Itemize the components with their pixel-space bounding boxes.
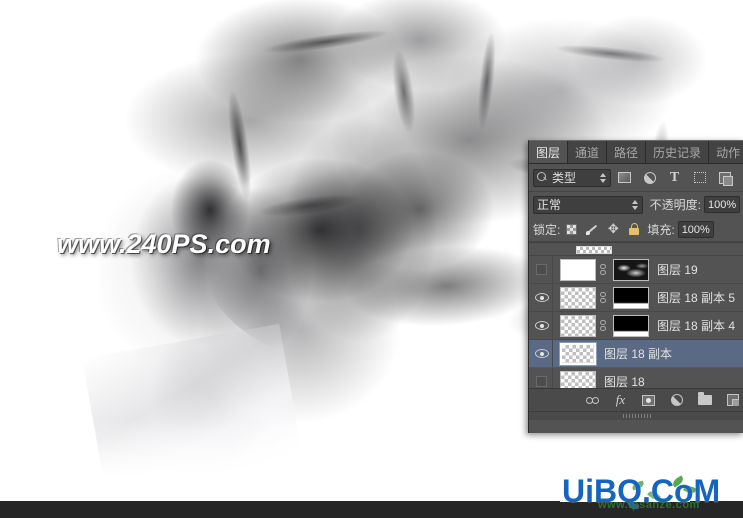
layer-name-partial [634, 243, 637, 253]
new-adjustment-layer-icon[interactable] [669, 393, 684, 408]
adjustment-layer-filter-icon[interactable] [642, 170, 657, 185]
layer-thumbnail [576, 246, 612, 254]
fill-label: 填充: [647, 222, 675, 237]
shape-layer-filter-icon[interactable] [692, 170, 707, 185]
tab-layers[interactable]: 图层 [529, 141, 569, 163]
pixel-layer-filter-icon[interactable] [617, 170, 632, 185]
layer-thumbnail[interactable] [560, 258, 596, 281]
tab-channels-label: 通道 [575, 145, 600, 160]
layer-mask-thumbnail[interactable] [613, 314, 649, 337]
tab-actions[interactable]: 动作 [709, 141, 743, 163]
link-layers-icon[interactable] [585, 393, 600, 408]
layer-visibility-toggle[interactable] [531, 284, 553, 311]
layers-panel[interactable]: 图层 通道 路径 历史记录 动作 类型 T 正常 不透明度: 100% 锁定: … [528, 140, 743, 433]
portrait-neck [82, 323, 308, 501]
blend-mode-select[interactable]: 正常 [533, 195, 643, 214]
table-row[interactable]: 图层 18 副本 4 [529, 312, 743, 340]
panel-resize-grip[interactable] [529, 411, 743, 420]
table-row[interactable]: 图层 18 副本 5 [529, 284, 743, 312]
layer-name[interactable]: 图层 18 副本 4 [657, 317, 735, 334]
portrait-face [60, 140, 290, 390]
tab-actions-label: 动作 [716, 145, 741, 160]
new-layer-icon[interactable] [725, 393, 740, 408]
canvas-watermark: www.240PS.com [57, 229, 271, 259]
blend-mode-row: 正常 不透明度: 100% [529, 192, 743, 217]
opacity-value[interactable]: 100% [703, 196, 740, 213]
fill-value[interactable]: 100% [677, 220, 714, 238]
link-icon [599, 292, 608, 303]
type-layer-filter-icon[interactable]: T [667, 170, 682, 185]
layer-style-fx-icon[interactable]: fx [613, 392, 628, 408]
tab-paths[interactable]: 路径 [607, 141, 647, 163]
eye-icon [534, 293, 549, 302]
lock-label: 锁定: [533, 222, 561, 237]
layer-visibility-toggle[interactable] [531, 340, 553, 367]
blend-mode-value: 正常 [537, 198, 562, 212]
layer-mask-thumbnail[interactable] [613, 286, 649, 309]
lock-transparent-pixels-icon[interactable] [565, 223, 578, 236]
layer-thumbnail[interactable] [560, 314, 596, 337]
tab-paths-label: 路径 [614, 145, 639, 160]
layer-name[interactable]: 图层 19 [657, 261, 698, 278]
table-row[interactable]: 图层 19 [529, 256, 743, 284]
opacity-label: 不透明度: [649, 198, 701, 212]
lock-row: 锁定: ✥ 填充: 100% [529, 217, 743, 242]
layer-name[interactable]: 图层 18 [604, 373, 645, 388]
tab-channels[interactable]: 通道 [568, 141, 608, 163]
eye-icon [534, 321, 549, 330]
layer-mask-link-toggle[interactable] [596, 264, 610, 275]
tab-layers-label: 图层 [536, 145, 561, 160]
chevron-updown-icon[interactable] [631, 199, 639, 211]
eye-off-icon [536, 264, 547, 275]
tab-history[interactable]: 历史记录 [646, 141, 710, 163]
table-row[interactable]: 图层 18 [529, 368, 743, 388]
layer-row-partial[interactable] [529, 243, 743, 256]
layer-visibility-toggle[interactable] [531, 368, 553, 388]
site-watermark: UiBQ.CoM www.ipsanze.com [560, 462, 743, 518]
lock-position-icon[interactable]: ✥ [607, 222, 619, 235]
layer-list[interactable]: 图层 19 图层 18 副本 5 图层 18 副本 4 图层 18 副本 图层 … [529, 242, 743, 388]
eye-icon [534, 349, 549, 358]
lock-icon-group: ✥ [565, 222, 640, 236]
layer-thumbnail[interactable] [559, 341, 597, 366]
layer-mask-link-toggle[interactable] [596, 320, 610, 331]
layer-filter-type-select[interactable]: 类型 [533, 168, 611, 187]
add-layer-mask-icon[interactable] [641, 393, 656, 408]
app-root: www.240PS.com UiBQ.CoM www.ipsanze.com 图… [0, 0, 743, 518]
layer-visibility-toggle[interactable] [531, 312, 553, 339]
layers-panel-toolbar: fx [529, 388, 743, 411]
layer-filter-type-label: 类型 [552, 171, 577, 185]
link-icon [599, 320, 608, 331]
table-row-selected[interactable]: 图层 18 副本 [529, 340, 743, 368]
tab-history-label: 历史记录 [653, 145, 702, 160]
layer-filter-row: 类型 T [529, 164, 743, 192]
layer-thumbnail[interactable] [560, 286, 596, 309]
smart-object-filter-icon[interactable] [717, 170, 733, 186]
chevron-updown-icon[interactable] [599, 172, 607, 184]
link-icon [599, 264, 608, 275]
layer-name[interactable]: 图层 18 副本 5 [657, 289, 735, 306]
layer-filter-icon-group: T [617, 170, 733, 186]
layer-mask-link-toggle[interactable] [596, 292, 610, 303]
lock-all-icon[interactable] [627, 223, 640, 236]
site-watermark-sublabel: www.ipsanze.com [598, 499, 700, 511]
layer-visibility-toggle[interactable] [531, 256, 553, 283]
panel-tab-bar: 图层 通道 路径 历史记录 动作 [529, 141, 743, 164]
search-icon [537, 172, 548, 183]
eye-off-icon [536, 376, 547, 387]
layer-mask-thumbnail[interactable] [613, 258, 649, 281]
lock-image-pixels-icon[interactable] [586, 223, 599, 236]
layer-name[interactable]: 图层 18 副本 [604, 345, 672, 362]
layer-thumbnail[interactable] [560, 370, 596, 388]
new-group-icon[interactable] [697, 392, 712, 408]
